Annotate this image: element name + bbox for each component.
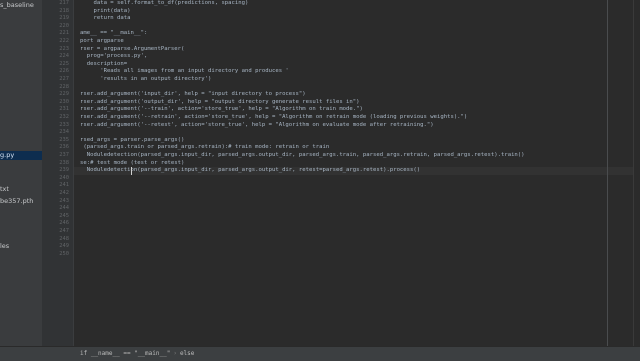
code-line[interactable]: rsed_args = parser.parse_args() (80, 137, 184, 144)
code-line[interactable]: se:# test mode (test or retest) (80, 160, 184, 167)
line-number: 220 (59, 22, 69, 29)
code-line[interactable]: Noduledetection(parsed_args.input_dir, p… (80, 152, 525, 159)
line-number: 238 (59, 159, 69, 166)
line-number: 221 (59, 30, 69, 37)
code-line[interactable]: print(data) (80, 8, 130, 15)
sidebar-item-pth[interactable]: be357.pth (0, 197, 33, 205)
code-line[interactable]: rser.add_argument('input_dir', help = "i… (80, 91, 306, 98)
line-number: 243 (59, 197, 69, 204)
line-number: 248 (59, 235, 69, 242)
sidebar-item-py[interactable]: g.py (0, 151, 42, 160)
code-line[interactable]: rser.add_argument('output_dir', help = "… (80, 99, 360, 106)
line-number: 225 (59, 60, 69, 67)
code-line[interactable]: prog='process.py', (80, 53, 148, 60)
line-number: 222 (59, 38, 69, 44)
line-number: 233 (59, 121, 69, 128)
code-line[interactable]: rser.add_argument('--retest', action='st… (80, 122, 434, 129)
code-editor[interactable]: data = self.format_to_df(predictions, sp… (74, 0, 640, 346)
line-number: 239 (59, 167, 69, 174)
code-line[interactable]: (parsed_args.train or parsed_args.retrai… (80, 144, 329, 151)
line-number: 236 (59, 144, 69, 151)
line-number: 232 (59, 114, 69, 120)
line-number: 218 (59, 7, 69, 14)
line-number: 227 (59, 76, 69, 82)
line-number: 240 (59, 174, 69, 181)
line-number: 229 (59, 91, 69, 98)
line-number: 245 (59, 212, 69, 219)
line-number-gutter: 217 218 219 220 221 222 223 224 225 226 227 228 229 2… (42, 0, 74, 346)
line-number: 224 (59, 53, 69, 60)
line-number: 228 (59, 83, 69, 90)
line-number: 241 (59, 182, 69, 189)
code-line[interactable]: 'results in an output directory') (80, 76, 211, 83)
line-number: 231 (59, 106, 69, 113)
editor-scrollbar[interactable] (633, 0, 640, 346)
line-number: 223 (59, 45, 69, 52)
code-line[interactable]: return data (80, 15, 130, 22)
text-caret (131, 166, 132, 175)
line-number: 242 (59, 190, 69, 196)
code-line[interactable]: rser.add_argument('--retrain', action='s… (80, 114, 467, 121)
sidebar-item-txt[interactable]: txt (0, 185, 9, 193)
line-number: 234 (59, 129, 69, 136)
line-number: 230 (59, 98, 69, 105)
code-line[interactable]: description= (80, 61, 127, 68)
code-line[interactable]: ame__ == "__main__": (80, 30, 147, 37)
code-line[interactable]: data = self.format_to_df(predictions, sp… (80, 0, 248, 7)
sidebar-item-files[interactable]: les (0, 242, 9, 250)
code-line[interactable]: rser.add_argument('--train', action='sto… (80, 106, 363, 113)
line-number: 249 (59, 243, 69, 250)
code-line[interactable]: port argparse (80, 38, 124, 45)
line-number: 250 (59, 250, 69, 257)
project-sidebar[interactable]: s_baseline g.py txt be357.pth les (0, 0, 42, 360)
line-number: 235 (59, 136, 69, 143)
code-line[interactable]: 'Reads all images from an input director… (80, 68, 289, 75)
line-number: 246 (59, 220, 69, 227)
line-number: 217 (59, 0, 69, 6)
right-margin-guide (607, 0, 608, 346)
breadcrumb[interactable]: if __name__ == "__main__" › else (80, 350, 194, 357)
breadcrumb-main[interactable]: if __name__ == "__main__" (80, 350, 170, 357)
line-number: 226 (59, 68, 69, 75)
breadcrumb-bar: if __name__ == "__main__" › else (0, 346, 640, 361)
breadcrumb-else[interactable]: else (180, 350, 194, 357)
code-line[interactable]: rser = argparse.ArgumentParser( (80, 46, 184, 53)
line-number: 247 (59, 228, 69, 234)
breadcrumb-separator: › (173, 350, 177, 357)
line-number: 237 (59, 152, 69, 158)
line-number: 244 (59, 205, 69, 212)
line-number: 219 (59, 15, 69, 22)
sidebar-item-baseline[interactable]: s_baseline (0, 1, 34, 9)
